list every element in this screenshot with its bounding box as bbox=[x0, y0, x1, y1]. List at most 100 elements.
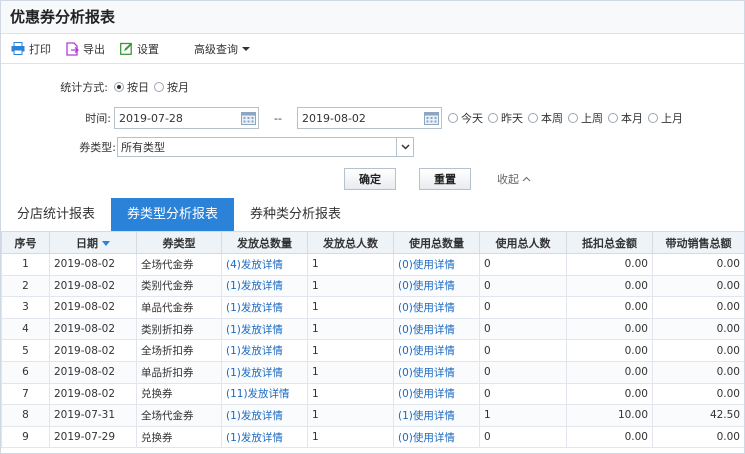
table-cell: (1)发放详情 bbox=[221, 360, 308, 384]
collapse-toggle[interactable]: 收起 bbox=[497, 171, 531, 187]
use-detail-link[interactable]: (0)使用详情 bbox=[398, 367, 455, 379]
edit-icon bbox=[120, 42, 133, 55]
row-number: 4 bbox=[22, 323, 29, 336]
column-header[interactable]: 使用总数量 bbox=[393, 231, 480, 254]
column-header[interactable]: 券类型 bbox=[136, 231, 222, 254]
column-header[interactable]: 使用总人数 bbox=[479, 231, 567, 254]
column-header[interactable]: 带动销售总额 bbox=[652, 231, 744, 254]
advanced-query-dropdown[interactable]: 高级查询 bbox=[194, 41, 250, 57]
row-date: 2019-08-02 bbox=[54, 366, 116, 379]
calendar-icon[interactable] bbox=[421, 108, 441, 128]
export-button[interactable]: 导出 bbox=[66, 41, 105, 57]
table-header-row: 序号 日期 券类型 发放总数量 发放总人数 使用总数量 使用总人数 抵扣总金额 … bbox=[1, 231, 744, 254]
filter-form: 统计方式: 按日 按月 时间: 2019-07-28 -- 2019-08-02… bbox=[1, 64, 744, 194]
table-cell: 0 bbox=[479, 296, 567, 319]
use-detail-link[interactable]: (0)使用详情 bbox=[398, 324, 455, 336]
quick-this-month[interactable]: 本月 bbox=[608, 110, 643, 126]
quick-last-week[interactable]: 上周 bbox=[568, 110, 603, 126]
table-cell: 0.00 bbox=[566, 253, 653, 276]
issue-detail-link[interactable]: (1)发放详情 bbox=[226, 302, 283, 314]
row-sales-amount: 0.00 bbox=[716, 279, 740, 292]
use-detail-link[interactable]: (0)使用详情 bbox=[398, 280, 455, 292]
quick-this-week[interactable]: 本周 bbox=[528, 110, 563, 126]
table-row: 5 2019-08-02 全场折扣券 (1)发放详情 1 (0)使用详情 0 0.00 0.00 bbox=[1, 339, 744, 362]
table-cell: 5 bbox=[1, 339, 50, 362]
use-detail-link[interactable]: (1)使用详情 bbox=[398, 410, 455, 422]
use-detail-link[interactable]: (0)使用详情 bbox=[398, 388, 455, 400]
row-date: 2019-08-02 bbox=[54, 344, 116, 357]
issue-detail-link[interactable]: (1)发放详情 bbox=[226, 280, 283, 292]
tab-coupon-kind-report[interactable]: 券种类分析报表 bbox=[234, 198, 357, 231]
table-body: 1 2019-08-02 全场代金券 (4)发放详情 1 (0)使用详情 0 0.00 0.00… bbox=[1, 253, 744, 449]
table-cell: 1 bbox=[307, 317, 394, 341]
column-header[interactable]: 发放总数量 bbox=[221, 231, 308, 254]
use-detail-link[interactable]: (0)使用详情 bbox=[398, 432, 455, 444]
reset-button[interactable]: 重置 bbox=[419, 168, 471, 190]
report-table: 序号 日期 券类型 发放总数量 发放总人数 使用总数量 使用总人数 抵扣总金额 … bbox=[1, 231, 744, 449]
row-used-people: 0 bbox=[484, 366, 491, 379]
row-sales-amount: 42.50 bbox=[709, 409, 740, 422]
tab-coupon-type-report[interactable]: 券类型分析报表 bbox=[111, 198, 235, 231]
table-cell: (0)使用详情 bbox=[393, 296, 480, 319]
table-cell: 0.00 bbox=[652, 274, 744, 298]
issue-detail-link[interactable]: (4)发放详情 bbox=[226, 259, 283, 271]
table-cell: 0.00 bbox=[566, 339, 653, 362]
table-cell: (11)发放详情 bbox=[221, 382, 308, 406]
table-cell: (1)发放详情 bbox=[221, 425, 308, 449]
radio-by-day[interactable]: 按日 bbox=[114, 79, 149, 95]
settings-button[interactable]: 设置 bbox=[120, 41, 159, 57]
start-date-input[interactable]: 2019-07-28 bbox=[114, 107, 259, 129]
table-cell: 0.00 bbox=[566, 360, 653, 384]
table-cell: 0.00 bbox=[566, 425, 653, 449]
print-button[interactable]: 打印 bbox=[11, 41, 51, 57]
issue-detail-link[interactable]: (11)发放详情 bbox=[226, 388, 290, 400]
table-cell: (4)发放详情 bbox=[221, 253, 308, 276]
coupon-type-row: 券类型: 所有类型 bbox=[1, 137, 414, 157]
quick-last-month[interactable]: 上月 bbox=[648, 110, 683, 126]
row-deduct-amount: 0.00 bbox=[624, 431, 648, 444]
coupon-type-select[interactable]: 所有类型 bbox=[117, 137, 414, 157]
table-cell: (0)使用详情 bbox=[393, 317, 480, 341]
table-cell: 2 bbox=[1, 274, 50, 298]
quick-yesterday[interactable]: 昨天 bbox=[488, 110, 523, 126]
radio-by-month-label: 按月 bbox=[167, 81, 189, 94]
use-detail-link[interactable]: (0)使用详情 bbox=[398, 345, 455, 357]
issue-detail-link[interactable]: (1)发放详情 bbox=[226, 324, 283, 336]
table-row: 1 2019-08-02 全场代金券 (4)发放详情 1 (0)使用详情 0 0.00 0.00 bbox=[1, 253, 744, 276]
row-sales-amount: 0.00 bbox=[716, 323, 740, 336]
use-detail-link[interactable]: (0)使用详情 bbox=[398, 302, 455, 314]
column-header[interactable]: 发放总人数 bbox=[307, 231, 394, 254]
settings-label: 设置 bbox=[137, 42, 159, 56]
row-number: 7 bbox=[22, 387, 29, 400]
end-date-value: 2019-08-02 bbox=[302, 111, 366, 125]
row-issued-people: 1 bbox=[312, 409, 319, 422]
calendar-icon[interactable] bbox=[238, 108, 258, 128]
quick-today[interactable]: 今天 bbox=[448, 110, 483, 126]
row-date: 2019-08-02 bbox=[54, 258, 116, 271]
chevron-up-icon bbox=[522, 176, 531, 182]
issue-detail-link[interactable]: (1)发放详情 bbox=[226, 432, 283, 444]
table-cell: 0.00 bbox=[566, 382, 653, 406]
radio-unchecked-icon bbox=[528, 113, 538, 123]
table-cell: 2019-08-02 bbox=[49, 274, 137, 298]
table-row: 6 2019-08-02 单品折扣券 (1)发放详情 1 (0)使用详情 0 0.00 0.00 bbox=[1, 360, 744, 384]
row-date: 2019-08-02 bbox=[54, 323, 116, 336]
use-detail-link[interactable]: (0)使用详情 bbox=[398, 259, 455, 271]
column-header[interactable]: 抵扣总金额 bbox=[566, 231, 653, 254]
tab-store-report[interactable]: 分店统计报表 bbox=[1, 198, 111, 231]
table-cell: 0 bbox=[479, 425, 567, 449]
table-cell: 全场折扣券 bbox=[136, 339, 222, 362]
column-header[interactable]: 序号 bbox=[1, 231, 50, 254]
advanced-query-label: 高级查询 bbox=[194, 42, 238, 56]
radio-by-month[interactable]: 按月 bbox=[154, 79, 189, 95]
confirm-button[interactable]: 确定 bbox=[344, 168, 396, 190]
issue-detail-link[interactable]: (1)发放详情 bbox=[226, 345, 283, 357]
end-date-input[interactable]: 2019-08-02 bbox=[297, 107, 442, 129]
chevron-down-icon[interactable] bbox=[396, 138, 413, 156]
column-header-date[interactable]: 日期 bbox=[49, 231, 137, 254]
issue-detail-link[interactable]: (1)发放详情 bbox=[226, 367, 283, 379]
print-label: 打印 bbox=[29, 42, 51, 56]
issue-detail-link[interactable]: (1)发放详情 bbox=[226, 410, 283, 422]
row-coupon-type: 单品代金券 bbox=[141, 301, 194, 314]
row-coupon-type: 兑换券 bbox=[141, 431, 173, 444]
